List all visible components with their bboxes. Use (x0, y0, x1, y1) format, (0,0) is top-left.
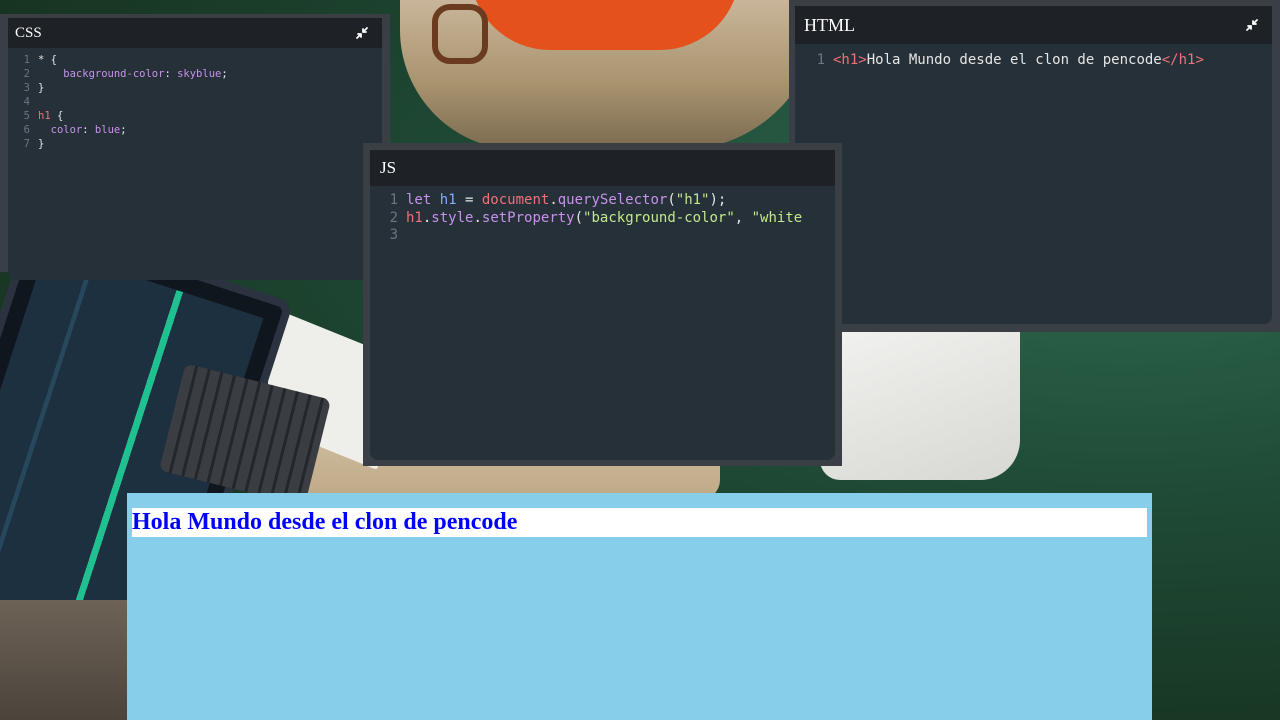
code-token: ; (221, 68, 228, 80)
css-panel-header[interactable]: CSS (8, 18, 382, 48)
js-panel-header[interactable]: JS (370, 150, 835, 186)
line-number: 7 (23, 138, 30, 150)
js-code-lines: 1 let h1 = document.querySelector("h1"); 2… (370, 186, 835, 245)
code-token: ( (667, 192, 676, 208)
code-token: { (50, 110, 64, 122)
code-token: } (38, 138, 45, 150)
code-line: 1 * { (8, 53, 382, 67)
minimize-icon[interactable] (354, 25, 370, 41)
code-token: style (431, 209, 474, 226)
code-token: "h1" (675, 192, 710, 208)
code-token: "background-color" (583, 209, 735, 226)
code-token: . (549, 192, 558, 208)
code-token: "white (751, 209, 803, 226)
minimize-icon[interactable] (1244, 17, 1260, 33)
line-number: 3 (23, 82, 30, 94)
html-code-editor[interactable]: 1 <h1>Hola Mundo desde el clon de pencode… (795, 44, 1272, 324)
code-token: <h1> (833, 52, 867, 68)
code-token: blue (94, 124, 121, 136)
code-token: Hola Mundo desde el clon de pencode (866, 52, 1162, 68)
code-token: ( (574, 209, 584, 226)
js-code-editor[interactable]: 1 let h1 = document.querySelector("h1"); 2… (370, 186, 835, 460)
code-line: 2 background-color: skyblue; (8, 67, 382, 81)
code-token: } (38, 82, 45, 94)
code-token: skyblue (177, 68, 222, 80)
line-number: 1 (389, 192, 398, 208)
html-panel-header[interactable]: HTML (795, 6, 1272, 44)
css-panel-title: CSS (15, 24, 42, 41)
code-token: let (406, 192, 440, 208)
code-line: 5 h1 { (8, 109, 382, 123)
code-token: ; (120, 124, 127, 136)
line-number: 6 (23, 124, 30, 136)
code-token: setProperty (481, 209, 575, 226)
line-number: 1 (816, 52, 825, 68)
code-token: h1 (406, 209, 423, 226)
css-editor-panel: CSS 1 * {2 background-color: skyblue; 3} 4 5… (0, 14, 390, 280)
html-code-lines: 1 <h1>Hola Mundo desde el clon de pencode… (795, 44, 1272, 69)
code-line: 3 (370, 227, 835, 245)
code-token: . (473, 209, 482, 226)
html-editor-panel: HTML 1 <h1>Hola Mundo desde el clon de pe… (789, 0, 1280, 332)
html-panel-title: HTML (804, 14, 855, 35)
code-line: 4 (8, 95, 382, 109)
line-number: 5 (23, 110, 30, 122)
glasses (432, 4, 488, 64)
code-token: , (734, 209, 752, 226)
code-line: 7} (8, 137, 382, 151)
css-code-editor[interactable]: 1 * {2 background-color: skyblue; 3} 4 5 h1 {… (8, 48, 382, 280)
floor (0, 600, 140, 720)
line-number: 2 (23, 68, 30, 80)
code-token: * { (38, 54, 57, 66)
code-token: h1 (38, 110, 51, 122)
line-number: 3 (389, 227, 398, 243)
code-line: 1 let h1 = document.querySelector("h1"); (370, 192, 835, 210)
js-editor-panel: JS 1 let h1 = document.querySelector("h1"… (363, 143, 842, 466)
code-token: querySelector (557, 192, 668, 208)
js-panel-title: JS (380, 158, 397, 177)
line-number: 1 (23, 54, 30, 66)
code-token: : (82, 124, 95, 136)
code-token: </h1> (1161, 52, 1204, 68)
code-token: ); (709, 192, 727, 208)
css-code-lines: 1 * {2 background-color: skyblue; 3} 4 5 h1 {… (8, 48, 382, 151)
line-number: 4 (23, 96, 30, 108)
code-token: = (456, 192, 482, 208)
code-token: h1 (439, 192, 457, 208)
code-token: : (164, 68, 178, 80)
line-number: 2 (389, 209, 398, 226)
code-line: 6 color: blue; (8, 123, 382, 137)
code-line: 3} (8, 81, 382, 95)
code-token: color (38, 124, 83, 136)
code-line: 2 h1.style.setProperty("background-color"… (370, 210, 835, 228)
code-token: background-color (38, 68, 165, 80)
preview-heading: Hola Mundo desde el clon de pencode (132, 508, 1147, 537)
code-token: document (481, 192, 550, 208)
code-line: 1 <h1>Hola Mundo desde el clon de pencode… (795, 52, 1272, 69)
preview-output: Hola Mundo desde el clon de pencode (127, 493, 1152, 720)
white-shirt-sleeve (820, 320, 1020, 480)
